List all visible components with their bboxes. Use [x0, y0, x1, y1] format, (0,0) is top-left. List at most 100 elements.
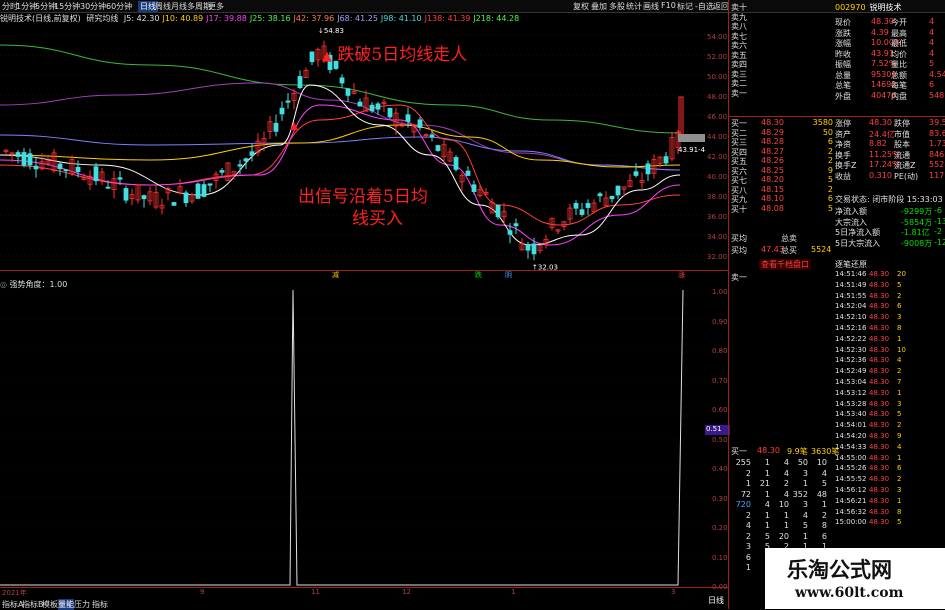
ma-value: J17: 39.88 [206, 14, 247, 23]
period-tab-5[interactable]: 60分钟 [106, 1, 132, 12]
ticks-title: 逐笔还原 [835, 260, 867, 269]
fund-key: 换手Z [835, 161, 857, 170]
ma-value: J42: 37.96 [293, 14, 335, 23]
bid-queue-cell: 720 [735, 500, 751, 509]
tick-time: 14:56:32 [835, 507, 867, 516]
bid-queue-cell: 8 [821, 521, 827, 530]
tick-price: 48.30 [869, 378, 890, 386]
period-tab-1[interactable]: 1分钟 [16, 1, 37, 12]
fund-key2: 流通 [894, 150, 910, 160]
flow-key: 大宗流入 [835, 217, 867, 227]
bid-queue-cell: 3 [802, 500, 808, 509]
watermark-url: www.60lt.com [795, 585, 904, 601]
tick-time: 14:52:36 [835, 356, 867, 365]
stat-key2: 量比 [891, 60, 907, 69]
candle-body [201, 184, 207, 197]
toolbar-right-7[interactable]: -自选 [695, 1, 714, 12]
bid-queue-cell: 4 [745, 521, 751, 530]
toolbar-right-8[interactable]: 返回 [713, 1, 729, 12]
indicator-tab-0[interactable]: 指标A [2, 599, 23, 610]
bid-queue-cell: 1 [764, 489, 770, 499]
buy-level-price: 48.08 [761, 203, 784, 213]
tick-volume: 6 [897, 464, 902, 473]
bid-queue-total: 3630笔 [811, 447, 840, 456]
stat-value2: 4 [929, 17, 935, 26]
candle-body [579, 209, 585, 215]
tick-price: 48.30 [869, 302, 890, 311]
toolbar-right-1[interactable]: 叠加 [591, 1, 607, 12]
sub-axis-tick: 0.20 [712, 524, 728, 532]
ma-line [0, 84, 681, 246]
sell-one-label: 卖一 [731, 273, 747, 282]
candle-body [387, 107, 393, 118]
bid-queue-cell: 4 [764, 500, 770, 509]
tick-time: 14:53:04 [835, 378, 867, 386]
bid-queue-cell: 1 [764, 468, 770, 478]
flow-value: -1.81亿 [901, 228, 930, 237]
stat-value: 4.39 [871, 27, 889, 37]
tick-volume: 3 [897, 486, 902, 494]
period-tab-8[interactable]: 月线 [171, 1, 187, 12]
indicator-tab-4[interactable]: 压力 [74, 599, 90, 610]
indicator-tab-5[interactable]: 指标 [92, 599, 108, 610]
price-axis-tick: 44.00 [707, 133, 728, 141]
tick-time: 14:52:49 [835, 367, 867, 376]
last-price-bar [678, 134, 705, 142]
tick-price: 48.30 [869, 367, 890, 376]
toolbar-right-6[interactable]: 标记 [677, 1, 693, 12]
period-tab-7[interactable]: 周线 [155, 1, 171, 12]
tick-price: 48.30 [869, 518, 890, 527]
indicator-tab-2[interactable]: 模板 [42, 599, 58, 610]
tick-price: 48.30 [869, 291, 890, 300]
stat-key2: 今开 [891, 18, 907, 27]
view-ten-levels-button[interactable]: 查看千档盘口 [759, 259, 811, 270]
stat-key: 振幅 [835, 60, 851, 69]
indicator-tab-3[interactable]: 量能 [58, 599, 74, 610]
date-label: 1 [511, 588, 516, 596]
period-tab-2[interactable]: 5分钟 [35, 1, 56, 12]
tick-volume: 7 [897, 378, 902, 386]
stat-key: 涨跌 [835, 28, 851, 38]
ma-legend: 锐明技术(日线,前复权) 研究均线 J5: 42.30 J10: 40.89 J17… [0, 13, 705, 25]
period-tab-10[interactable]: 更多 [208, 1, 224, 12]
fund-key2: 流通Z [894, 161, 916, 170]
tick-time: 14:51:55 [835, 291, 867, 300]
toolbar-right-0[interactable]: 复权 [573, 1, 589, 12]
period-tab-3[interactable]: 15分钟 [54, 1, 80, 12]
tick-volume: 5 [897, 410, 902, 419]
candle-body [573, 203, 579, 209]
candle-body [207, 183, 213, 186]
ma-value: J25: 38.16 [249, 14, 291, 23]
fund-key2: 股本 [894, 140, 910, 149]
tick-price: 48.30 [869, 280, 890, 289]
bid-queue-cell: 352 [792, 489, 808, 499]
bid-queue-cell: 21 [759, 479, 770, 488]
tick-price: 48.30 [869, 464, 890, 473]
candle-body [531, 243, 537, 255]
candle-body [507, 230, 513, 235]
indicator-tab-1[interactable]: 指标B [22, 599, 44, 610]
strength-angle-chart[interactable] [0, 282, 705, 587]
stat-value2: 548 [929, 90, 945, 100]
indicator-name[interactable]: 研究均线 [86, 14, 118, 23]
tick-price: 48.30 [869, 313, 890, 322]
bottom-bar: 2021年 9 11 12 1 3 指标A 指标B 模板 量能 压力 指标 日线 [0, 587, 728, 610]
candle-body [375, 103, 381, 110]
price-axis-tick: 38.00 [707, 193, 728, 201]
candle-body [27, 153, 33, 166]
tick-price: 48.30 [869, 270, 890, 278]
candle-body [21, 152, 27, 166]
candle-body [525, 244, 531, 251]
toolbar-right-5[interactable]: F10 [661, 1, 676, 10]
tick-time: 14:55:52 [835, 475, 867, 484]
toolbar-right-2[interactable]: 多股 [609, 1, 625, 12]
candle-body [453, 157, 459, 170]
bid-queue-cell: 4 [802, 510, 808, 520]
toolbar-right-3[interactable]: 统计 [626, 1, 642, 12]
sub-axis-tick: 0.10 [712, 553, 728, 562]
tick-price: 48.30 [869, 475, 890, 484]
period-tab-4[interactable]: 30分钟 [80, 1, 106, 12]
flow-value: -9299万 [901, 207, 933, 216]
flow-value: -5854万 [901, 217, 933, 227]
toolbar-right-4[interactable]: 画线 [643, 1, 659, 12]
